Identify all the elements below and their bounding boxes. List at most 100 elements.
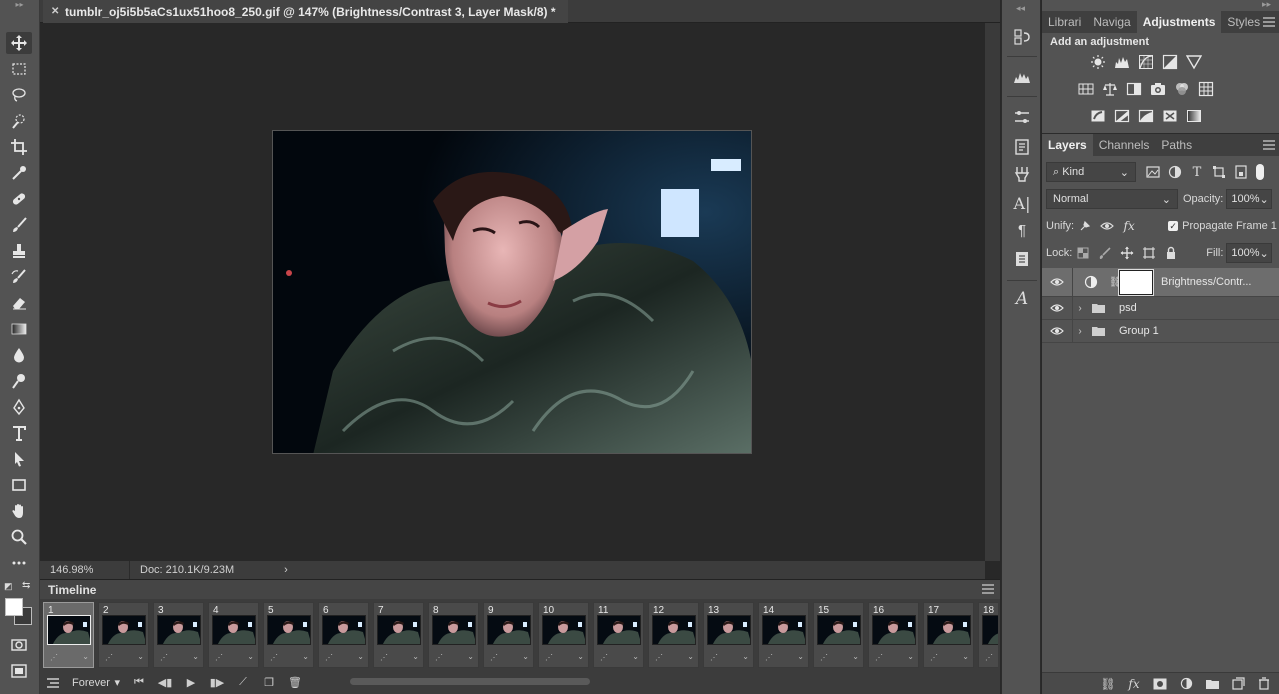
threshold-icon[interactable]	[1134, 105, 1158, 127]
brush-settings-panel-icon[interactable]	[1011, 163, 1033, 185]
add-mask-icon[interactable]	[1151, 675, 1169, 693]
frame-disposal-icon[interactable]: ⋰	[655, 653, 664, 662]
timeline-frame[interactable]: 17 ⋰ ⌄	[923, 602, 974, 668]
character-panel-icon[interactable]: A|	[1011, 192, 1033, 214]
quick-select-tool-icon[interactable]	[6, 110, 32, 132]
tab-libraries[interactable]: Librari	[1042, 11, 1087, 33]
propagate-checkbox[interactable]: ✓	[1168, 221, 1179, 231]
lock-pixels-icon[interactable]	[1094, 243, 1116, 263]
swap-colors-icon[interactable]: ⇆	[22, 580, 30, 591]
timeline-frame[interactable]: 8 ⋰ ⌄	[428, 602, 479, 668]
color-lookup-icon[interactable]	[1194, 78, 1218, 100]
unify-position-icon[interactable]	[1074, 216, 1096, 236]
fill-field[interactable]: 100% ⌄	[1226, 243, 1273, 263]
tab-navigator[interactable]: Naviga	[1087, 11, 1136, 33]
brush-tool-icon[interactable]	[6, 214, 32, 236]
invert-icon[interactable]	[1086, 105, 1110, 127]
gradient-tool-icon[interactable]	[6, 318, 32, 340]
frame-delay-dropdown-icon[interactable]: ⌄	[632, 652, 639, 661]
play-icon[interactable]: ▶	[178, 672, 204, 694]
histogram-panel-icon[interactable]	[1011, 66, 1033, 88]
layers-menu-icon[interactable]	[1263, 140, 1275, 153]
black-white-icon[interactable]	[1122, 78, 1146, 100]
toolbar-collapse-icon[interactable]: ▸▸	[0, 0, 39, 10]
frame-disposal-icon[interactable]: ⋰	[600, 653, 609, 662]
tab-layers[interactable]: Layers	[1042, 134, 1093, 156]
marquee-tool-icon[interactable]	[6, 58, 32, 80]
color-balance-icon[interactable]	[1098, 78, 1122, 100]
blend-mode-dropdown[interactable]: Normal ⌄	[1046, 189, 1178, 209]
timeline-frame[interactable]: 15 ⋰ ⌄	[813, 602, 864, 668]
frame-delay-dropdown-icon[interactable]: ⌄	[82, 652, 89, 661]
new-group-icon[interactable]	[1203, 675, 1221, 693]
filter-shape-icon[interactable]	[1208, 162, 1230, 182]
document-canvas-image[interactable]	[272, 130, 752, 454]
default-colors-icon[interactable]: ◩	[4, 581, 13, 592]
next-frame-icon[interactable]: ▮▶	[204, 672, 230, 694]
frame-disposal-icon[interactable]: ⋰	[215, 653, 224, 662]
layer-style-fx-icon[interactable]: fx	[1125, 675, 1143, 693]
opacity-field[interactable]: 100% ⌄	[1226, 189, 1273, 209]
frame-disposal-icon[interactable]: ⋰	[270, 653, 279, 662]
levels-icon[interactable]	[1110, 51, 1134, 73]
screen-mode-icon[interactable]	[6, 660, 32, 682]
timeline-frame[interactable]: 9 ⋰ ⌄	[483, 602, 534, 668]
frame-delay-dropdown-icon[interactable]: ⌄	[852, 652, 859, 661]
lasso-tool-icon[interactable]	[6, 84, 32, 106]
quick-mask-icon[interactable]	[6, 634, 32, 656]
frame-disposal-icon[interactable]: ⋰	[435, 653, 444, 662]
frame-disposal-icon[interactable]: ⋰	[160, 653, 169, 662]
photo-filter-icon[interactable]	[1146, 78, 1170, 100]
filter-smart-object-icon[interactable]	[1230, 162, 1252, 182]
frame-delay-dropdown-icon[interactable]: ⌄	[357, 652, 364, 661]
crop-tool-icon[interactable]	[6, 136, 32, 158]
healing-brush-tool-icon[interactable]	[6, 188, 32, 210]
document-tab[interactable]: ✕ tumblr_oj5i5b5aCs1ux51hoo8_250.gif @ 1…	[43, 0, 568, 23]
delete-frame-icon[interactable]: 🗑	[282, 672, 308, 694]
more-tools-icon[interactable]	[6, 552, 32, 574]
frame-delay-dropdown-icon[interactable]: ⌄	[137, 652, 144, 661]
path-selection-tool-icon[interactable]	[6, 448, 32, 470]
posterize-icon[interactable]	[1110, 105, 1134, 127]
tab-styles[interactable]: Styles	[1221, 11, 1266, 33]
timeline-frame[interactable]: 7 ⋰ ⌄	[373, 602, 424, 668]
timeline-frame[interactable]: 18⋰⌄	[978, 602, 998, 668]
frame-disposal-icon[interactable]: ⋰	[490, 653, 499, 662]
timeline-menu-icon[interactable]	[982, 584, 994, 597]
properties-panel-icon[interactable]	[1011, 106, 1033, 128]
foreground-color-swatch[interactable]	[5, 598, 23, 616]
filter-kind-dropdown[interactable]: ⌕ Kind ⌄	[1046, 162, 1136, 182]
zoom-tool-icon[interactable]	[6, 526, 32, 548]
frame-delay-dropdown-icon[interactable]: ⌄	[687, 652, 694, 661]
unify-visibility-icon[interactable]	[1096, 216, 1118, 236]
frame-disposal-icon[interactable]: ⋰	[710, 653, 719, 662]
timeline-frame[interactable]: 16 ⋰ ⌄	[868, 602, 919, 668]
dodge-tool-icon[interactable]	[6, 370, 32, 392]
frame-delay-dropdown-icon[interactable]: ⌄	[522, 652, 529, 661]
frame-delay-dropdown-icon[interactable]: ⌄	[412, 652, 419, 661]
visibility-eye-icon[interactable]	[1042, 326, 1072, 336]
paragraph-panel-icon[interactable]: ¶	[1011, 219, 1033, 241]
frame-disposal-icon[interactable]: ⋰	[985, 653, 994, 662]
visibility-eye-icon[interactable]	[1042, 303, 1072, 313]
timeline-scrollbar[interactable]	[350, 678, 590, 685]
frame-delay-dropdown-icon[interactable]: ⌄	[962, 652, 969, 661]
history-panel-icon[interactable]	[1011, 26, 1033, 48]
expand-group-icon[interactable]: ›	[1073, 326, 1087, 337]
frame-delay-dropdown-icon[interactable]: ⌄	[797, 652, 804, 661]
timeline-frame[interactable]: 10 ⋰ ⌄	[538, 602, 589, 668]
collapse-panels-icon[interactable]: ▸▸	[1262, 0, 1271, 10]
timeline-frame[interactable]: 13 ⋰ ⌄	[703, 602, 754, 668]
eyedropper-tool-icon[interactable]	[6, 162, 32, 184]
timeline-frame[interactable]: 1 ⋰ ⌄	[43, 602, 94, 668]
notes-panel-icon[interactable]	[1011, 248, 1033, 270]
frame-delay-dropdown-icon[interactable]: ⌄	[742, 652, 749, 661]
channel-mixer-icon[interactable]	[1170, 78, 1194, 100]
type-tool-icon[interactable]	[6, 422, 32, 444]
timeline-frame[interactable]: 12 ⋰ ⌄	[648, 602, 699, 668]
frame-disposal-icon[interactable]: ⋰	[545, 653, 554, 662]
tab-channels[interactable]: Channels	[1093, 134, 1156, 156]
frame-disposal-icon[interactable]: ⋰	[930, 653, 939, 662]
frame-delay-dropdown-icon[interactable]: ⌄	[302, 652, 309, 661]
frame-disposal-icon[interactable]: ⋰	[50, 653, 59, 662]
